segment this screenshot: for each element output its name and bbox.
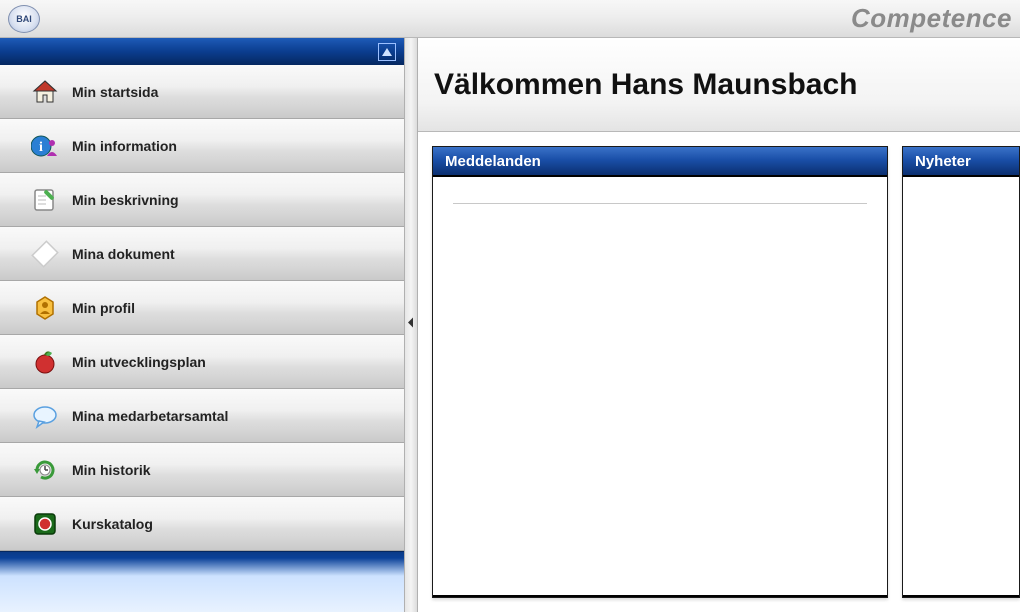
collapse-sidebar-button[interactable] <box>378 43 396 61</box>
panel-news-header: Nyheter <box>903 147 1019 177</box>
sidebar-item-kurskatalog[interactable]: Kurskatalog <box>0 497 404 551</box>
panel-messages-body <box>433 177 887 597</box>
page-title: Välkommen Hans Maunsbach <box>434 68 857 102</box>
history-icon <box>30 455 60 485</box>
sidebar-item-label: Min utvecklingsplan <box>72 354 206 370</box>
sidebar-item-label: Mina dokument <box>72 246 175 262</box>
sidebar-item-beskrivning[interactable]: Min beskrivning <box>0 173 404 227</box>
sidebar-item-label: Mina medarbetarsamtal <box>72 408 228 424</box>
sidebar-item-medarbetarsamtal[interactable]: Mina medarbetarsamtal <box>0 389 404 443</box>
sidebar-item-utvecklingsplan[interactable]: Min utvecklingsplan <box>0 335 404 389</box>
sidebar-header <box>0 38 404 65</box>
sidebar-item-label: Min historik <box>72 462 151 478</box>
splitter-handle-icon <box>407 316 415 335</box>
svg-text:i: i <box>39 140 43 155</box>
sidebar-item-dokument[interactable]: Mina dokument <box>0 227 404 281</box>
sidebar-item-label: Min startsida <box>72 84 158 100</box>
title-area: Välkommen Hans Maunsbach <box>418 38 1020 132</box>
sidebar-item-startsida[interactable]: Min startsida <box>0 65 404 119</box>
sidebar-item-information[interactable]: i Min information <box>0 119 404 173</box>
sidebar-items: Min startsida i Min information <box>0 65 404 551</box>
sidebar-item-profil[interactable]: Min profil <box>0 281 404 335</box>
sidebar-item-label: Min beskrivning <box>72 192 179 208</box>
topbar: BAI Competence <box>0 0 1020 38</box>
catalog-icon <box>30 509 60 539</box>
sidebar-footer <box>0 551 404 612</box>
panel-messages: Meddelanden <box>432 146 888 598</box>
panel-messages-header: Meddelanden <box>433 147 887 177</box>
triangle-up-icon <box>381 46 393 58</box>
document-icon <box>30 239 60 269</box>
main-content: Välkommen Hans Maunsbach Meddelanden Nyh… <box>418 38 1020 612</box>
panels-row: Meddelanden Nyheter <box>418 132 1020 612</box>
edit-note-icon <box>30 185 60 215</box>
sidebar-item-label: Kurskatalog <box>72 516 153 532</box>
sidebar-item-historik[interactable]: Min historik <box>0 443 404 497</box>
splitter[interactable] <box>404 38 418 612</box>
chat-bubble-icon <box>30 401 60 431</box>
apple-plan-icon <box>30 347 60 377</box>
sidebar-item-label: Min information <box>72 138 177 154</box>
brand-title: Competence <box>851 3 1012 34</box>
divider <box>453 203 867 204</box>
home-icon <box>30 77 60 107</box>
panel-news: Nyheter <box>902 146 1020 598</box>
sidebar-item-label: Min profil <box>72 300 135 316</box>
panel-news-body <box>903 177 1019 597</box>
sidebar: Min startsida i Min information <box>0 38 404 612</box>
app-logo: BAI <box>8 5 40 33</box>
profile-badge-icon <box>30 293 60 323</box>
info-person-icon: i <box>30 131 60 161</box>
